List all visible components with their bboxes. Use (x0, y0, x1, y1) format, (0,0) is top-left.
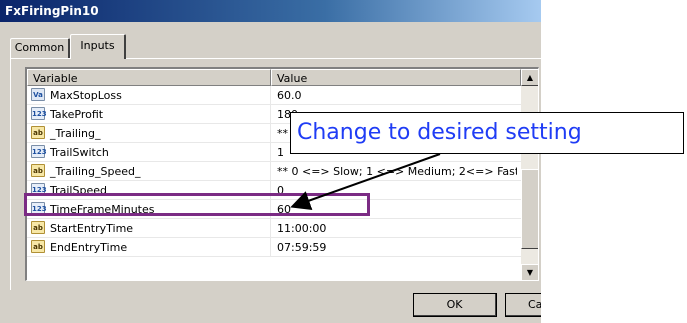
cancel-button[interactable]: Ca (505, 293, 541, 317)
variable-name: _Trailing_ (50, 127, 101, 140)
expert-properties-dialog: FxFiringPin10 Common Inputs Variable Val… (0, 0, 541, 323)
annotation-callout: Change to desired setting (290, 112, 684, 154)
tab-common[interactable]: Common (10, 38, 70, 58)
variable-name: _Trailing_Speed_ (50, 165, 141, 178)
integer-type-icon: 123 (31, 107, 47, 120)
variable-cell[interactable]: 123 TrailSwitch (27, 143, 271, 162)
integer-type-icon: 123 (31, 145, 47, 158)
string-type-icon: ab (31, 221, 45, 234)
table-row[interactable]: ab StartEntryTime 11:00:00 (27, 219, 521, 238)
value-cell[interactable]: ** 0 <=> Slow; 1 <=> Medium; 2<=> Fast *… (277, 162, 517, 181)
variable-name: TakeProfit (50, 108, 104, 121)
variable-name: MaxStopLoss (50, 89, 122, 102)
scroll-down-arrow-icon[interactable]: ▼ (521, 264, 538, 280)
variable-name: StartEntryTime (50, 222, 134, 235)
vertical-scrollbar[interactable]: ▲ ▼ (521, 69, 538, 280)
scroll-up-arrow-icon[interactable]: ▲ (521, 69, 538, 86)
variable-cell[interactable]: ab _Trailing_Speed_ (27, 162, 271, 181)
column-header-value[interactable]: Value (271, 69, 521, 86)
column-header-variable[interactable]: Variable (27, 69, 271, 86)
string-type-icon: ab (31, 126, 45, 139)
variable-cell[interactable]: ab _Trailing_ (27, 124, 271, 143)
variable-cell[interactable]: ab StartEntryTime (27, 219, 271, 238)
variable-cell[interactable]: 123 TakeProfit (27, 105, 271, 124)
variable-cell[interactable]: Va MaxStopLoss (27, 86, 271, 105)
double-type-icon: Va (31, 88, 45, 101)
inputs-tab-panel: Variable Value Va MaxStopLoss 60.0 123 TakeP… (10, 58, 541, 290)
variable-name: EndEntryTime (50, 241, 128, 254)
trailspeed-highlight-box (24, 193, 370, 216)
scroll-thumb[interactable] (521, 169, 538, 249)
table-row[interactable]: Va MaxStopLoss 60.0 (27, 86, 521, 105)
string-type-icon: ab (31, 164, 45, 177)
tab-inputs[interactable]: Inputs (70, 34, 126, 59)
table-row[interactable]: ab EndEntryTime 07:59:59 (27, 238, 521, 257)
table-row[interactable]: ab _Trailing_Speed_ ** 0 <=> Slow; 1 <=> M… (27, 162, 521, 181)
inputs-grid: Variable Value Va MaxStopLoss 60.0 123 TakeP… (25, 67, 539, 281)
string-type-icon: ab (31, 240, 45, 253)
variable-name: TrailSwitch (50, 146, 109, 159)
grid-header: Variable Value (27, 69, 521, 86)
value-cell[interactable]: 60.0 (277, 86, 517, 105)
value-cell[interactable]: 11:00:00 (277, 219, 517, 238)
value-cell[interactable]: 07:59:59 (277, 238, 517, 257)
ok-button[interactable]: OK (413, 293, 497, 317)
window-title: FxFiringPin10 (0, 0, 541, 22)
variable-cell[interactable]: ab EndEntryTime (27, 238, 271, 257)
